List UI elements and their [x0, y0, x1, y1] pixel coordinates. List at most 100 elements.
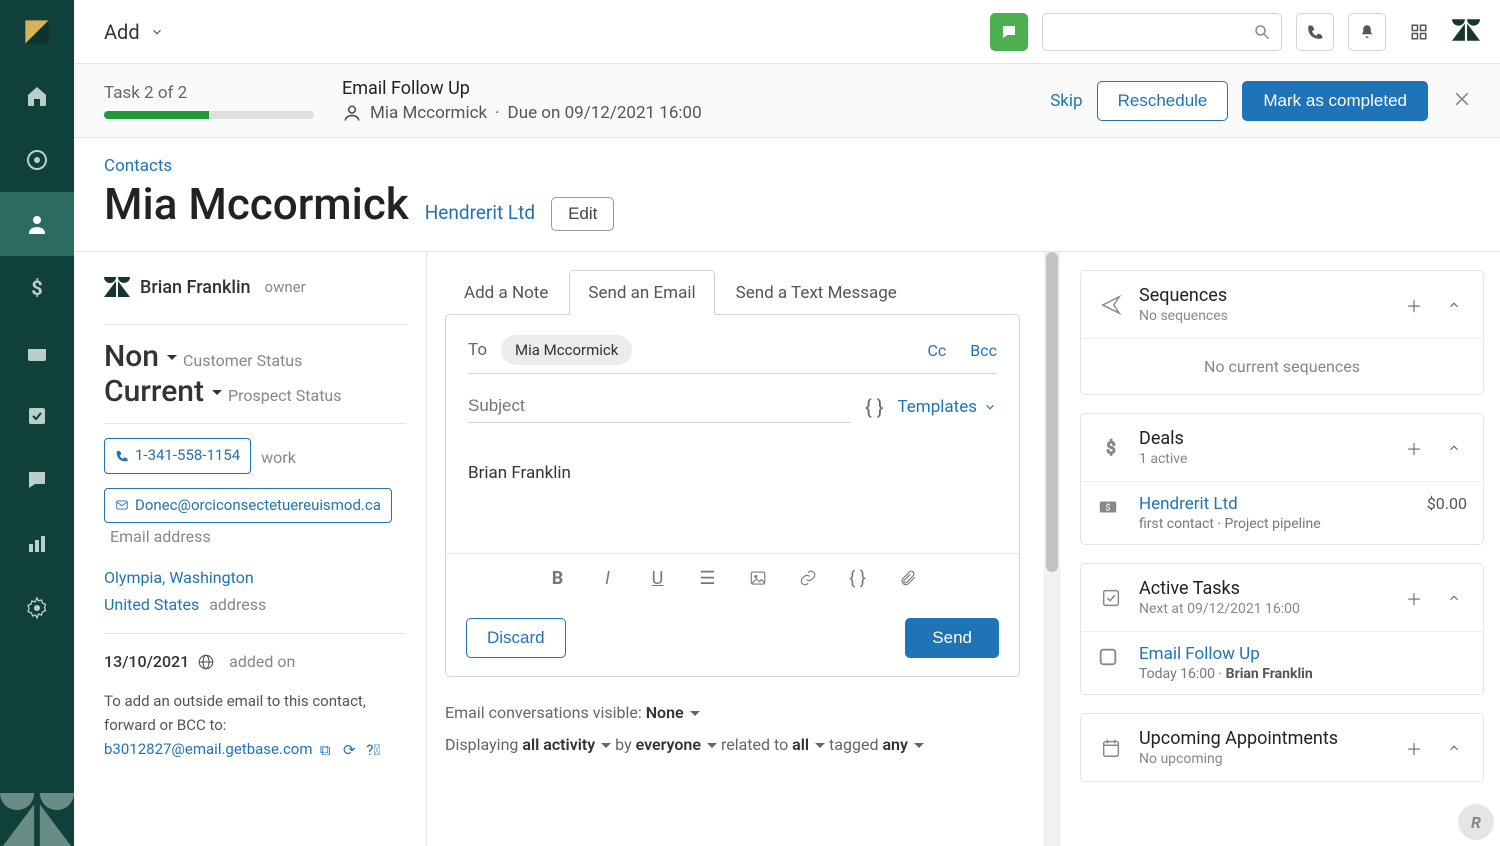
owner-logo-icon [104, 276, 130, 298]
compose-tabs: Add a Note Send an Email Send a Text Mes… [445, 270, 1020, 315]
tab-text[interactable]: Send a Text Message [717, 270, 916, 315]
task-counter: Task 2 of 2 [104, 83, 314, 103]
refresh-icon[interactable]: ⟳ [340, 741, 358, 759]
deals-icon: $ [1097, 437, 1125, 459]
task-banner: Task 2 of 2 Email Follow Up Mia Mccormic… [74, 64, 1500, 138]
topbar: Add [74, 0, 1500, 64]
apps-icon-button[interactable] [1400, 13, 1438, 51]
left-nav: $ [0, 0, 74, 846]
italic-icon[interactable]: I [596, 566, 620, 590]
cc-button[interactable]: Cc [927, 341, 946, 360]
edit-button[interactable]: Edit [551, 197, 614, 231]
prospect-status-dropdown[interactable]: Current [104, 374, 222, 409]
zendesk-logo-icon [1452, 19, 1480, 45]
signature: Brian Franklin [468, 463, 997, 483]
nav-calendar[interactable] [0, 320, 74, 384]
sequences-panel: Sequences No sequences ＋ No current sequ… [1080, 270, 1484, 395]
email-chip[interactable]: Donec@orciconsectetuereuismod.ca [104, 488, 392, 524]
deals-collapse[interactable] [1441, 435, 1467, 461]
appointments-icon [1097, 737, 1125, 759]
reschedule-button[interactable]: Reschedule [1097, 81, 1229, 121]
sequences-add[interactable]: ＋ [1401, 292, 1427, 318]
code-icon[interactable]: { } [846, 566, 870, 590]
deal-row[interactable]: $ Hendrerit Ltd first contact · Project … [1081, 481, 1483, 544]
contact-name: Mia Mccormick [104, 178, 409, 230]
contact-details: Brian Franklin owner Non Customer Status… [74, 252, 426, 846]
merge-fields-icon[interactable]: { } [865, 395, 884, 419]
tasks-collapse[interactable] [1441, 585, 1467, 611]
deals-add[interactable]: ＋ [1401, 435, 1427, 461]
notifications-icon-button[interactable] [1348, 13, 1386, 51]
discard-button[interactable]: Discard [466, 618, 566, 658]
bold-icon[interactable]: B [546, 566, 570, 590]
nav-contacts[interactable] [0, 192, 74, 256]
related-filter[interactable]: all [792, 729, 825, 761]
compose-body[interactable]: Brian Franklin [446, 423, 1019, 553]
mark-complete-button[interactable]: Mark as completed [1242, 81, 1428, 121]
bcc-button[interactable]: Bcc [970, 341, 997, 360]
sequences-icon [1097, 294, 1125, 316]
contact-company[interactable]: Hendrerit Ltd [425, 201, 535, 224]
list-icon[interactable]: ☰ [696, 566, 720, 590]
brand-logo [0, 0, 74, 64]
svg-text:$: $ [1105, 503, 1110, 514]
skip-button[interactable]: Skip [1050, 91, 1082, 111]
visibility-dropdown[interactable]: None [646, 697, 700, 729]
help-icon[interactable]: ?⃝ [364, 741, 382, 759]
link-icon[interactable] [796, 566, 820, 590]
nav-settings[interactable] [0, 576, 74, 640]
contact-header: Contacts Mia Mccormick Hendrerit Ltd Edi… [74, 138, 1500, 251]
tasks-icon [1097, 587, 1125, 609]
location-line1[interactable]: Olympia, Washington [104, 564, 406, 591]
nav-chat[interactable] [0, 448, 74, 512]
sequences-collapse[interactable] [1441, 292, 1467, 318]
location-line2[interactable]: United States [104, 595, 199, 614]
compose-panel: To Mia Mccormick Cc Bcc { } Templates [445, 314, 1020, 677]
owner-role: owner [265, 278, 306, 296]
owner-name[interactable]: Brian Franklin [140, 277, 251, 298]
task-checkbox[interactable] [1097, 646, 1119, 668]
global-search[interactable] [1042, 13, 1282, 51]
nav-home[interactable] [0, 64, 74, 128]
nav-tasks[interactable] [0, 384, 74, 448]
attach-icon[interactable] [896, 566, 920, 590]
image-icon[interactable] [746, 566, 770, 590]
messages-icon-button[interactable] [990, 13, 1028, 51]
tag-filter[interactable]: any [882, 729, 923, 761]
task-progress-bar [104, 111, 314, 119]
person-icon [342, 103, 362, 123]
tab-email[interactable]: Send an Email [569, 270, 714, 315]
customer-status-dropdown[interactable]: Non [104, 339, 177, 374]
to-recipient-pill[interactable]: Mia Mccormick [501, 335, 632, 365]
phone-chip[interactable]: 1-341-558-1154 [104, 438, 251, 474]
search-input[interactable] [1053, 24, 1253, 40]
nav-record[interactable] [0, 128, 74, 192]
underline-icon[interactable]: U [646, 566, 670, 590]
nav-zendesk-icon[interactable] [0, 796, 74, 846]
task-person[interactable]: Mia Mccormick [370, 103, 487, 123]
floating-badge[interactable]: R [1458, 804, 1494, 840]
add-dropdown[interactable]: Add [104, 20, 164, 44]
breadcrumb-contacts[interactable]: Contacts [104, 156, 1470, 176]
deal-dollar-icon: $ [1097, 496, 1119, 518]
appointments-add[interactable]: ＋ [1401, 735, 1427, 761]
phone-icon-button[interactable] [1296, 13, 1334, 51]
copy-icon[interactable]: ⧉ [316, 741, 334, 759]
author-filter[interactable]: everyone [636, 729, 717, 761]
tasks-panel: Active Tasks Next at 09/12/2021 16:00 ＋ … [1080, 563, 1484, 695]
forward-email-link[interactable]: b3012827@email.getbase.com [104, 740, 313, 758]
tasks-add[interactable]: ＋ [1401, 585, 1427, 611]
search-icon [1253, 23, 1271, 41]
subject-input[interactable] [468, 390, 851, 423]
scrollbar[interactable] [1044, 252, 1060, 846]
nav-deals[interactable]: $ [0, 256, 74, 320]
appointments-collapse[interactable] [1441, 735, 1467, 761]
activity-filter[interactable]: all activity [522, 729, 611, 761]
close-task-button[interactable] [1452, 89, 1476, 113]
nav-reports[interactable] [0, 512, 74, 576]
send-button[interactable]: Send [905, 618, 999, 658]
task-row[interactable]: Email Follow Up Today 16:00 · Brian Fran… [1081, 631, 1483, 694]
svg-text:$: $ [31, 276, 42, 300]
tab-note[interactable]: Add a Note [445, 270, 567, 315]
templates-dropdown[interactable]: Templates [897, 397, 997, 417]
